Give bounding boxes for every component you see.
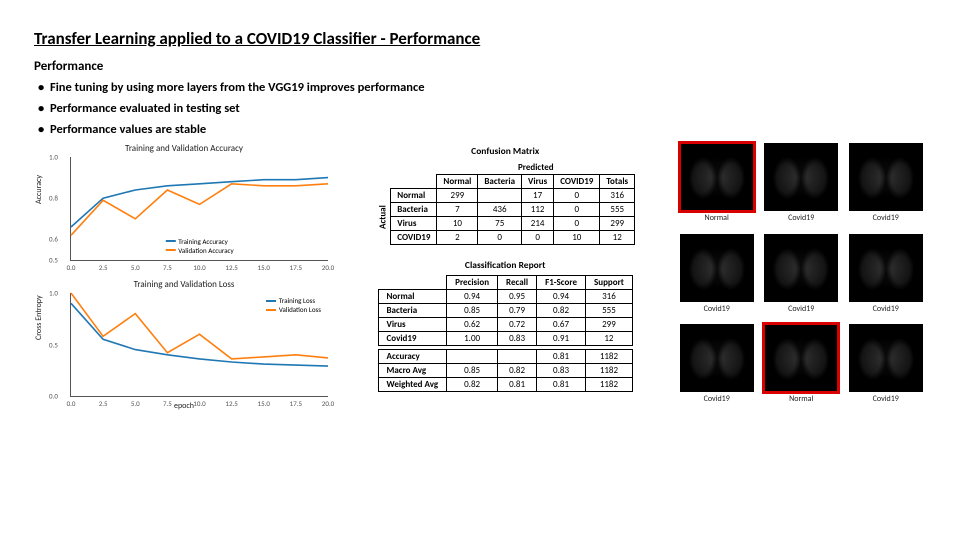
y-tick: 0.8	[49, 194, 58, 203]
xray-thumbnail: Normal	[676, 143, 757, 227]
y-tick: 0.5	[49, 340, 58, 349]
section-subtitle: Performance	[34, 59, 926, 74]
x-tick: 2.5	[99, 399, 108, 408]
xray-image	[680, 234, 754, 302]
y-tick: 1.0	[49, 289, 58, 298]
x-tick: 20.0	[322, 263, 334, 272]
y-tick: 1.0	[49, 153, 58, 162]
x-tick: 15.0	[258, 263, 270, 272]
xray-image	[849, 143, 923, 211]
x-tick: 7.5	[163, 263, 172, 272]
xray-image	[849, 324, 923, 392]
xray-thumbnail: Covid19	[761, 143, 842, 227]
legend-label: Training Accuracy	[178, 237, 228, 246]
xray-thumbnail: Covid19	[676, 234, 757, 318]
xray-caption: Covid19	[704, 394, 730, 404]
confusion-matrix-title: Confusion Matrix	[471, 145, 539, 157]
classification-report-title: Classification Report	[465, 259, 546, 271]
xray-thumbnail: Covid19	[676, 324, 757, 408]
bullet-text: Performance evaluated in testing set	[50, 101, 240, 116]
x-tick: 12.5	[225, 399, 237, 408]
xray-caption: Covid19	[873, 213, 899, 223]
x-tick: 10.0	[193, 263, 205, 272]
bullet-item: •Performance values are stable	[38, 122, 926, 137]
chart-title: Training and Validation Accuracy	[34, 143, 334, 154]
bullet-item: •Fine tuning by using more layers from t…	[38, 80, 926, 95]
xray-image	[764, 143, 838, 211]
xray-caption: Covid19	[873, 304, 899, 314]
y-axis-label: Cross Entropy	[34, 295, 44, 340]
slide: Transfer Learning applied to a COVID19 C…	[0, 0, 960, 421]
legend-row: Validation Loss	[266, 305, 321, 314]
bullet-text: Performance values are stable	[50, 122, 206, 137]
xray-caption: Normal	[789, 394, 813, 404]
xray-thumbnail: Normal	[761, 324, 842, 408]
xray-thumbnail: Covid19	[845, 234, 926, 318]
xray-caption: Normal	[705, 213, 729, 223]
y-tick: 0.6	[49, 235, 58, 244]
legend-row: Training Accuracy	[165, 237, 233, 246]
chart-legend: Training AccuracyValidation Accuracy	[162, 236, 236, 256]
xray-caption: Covid19	[873, 394, 899, 404]
y-tick: 0.5	[49, 256, 58, 265]
chart-title: Training and Validation Loss	[34, 279, 334, 290]
charts-column: Training and Validation Accuracy Accurac…	[34, 143, 334, 411]
x-tick: 5.0	[131, 399, 140, 408]
classification-report-table: PrecisionRecallF1-ScoreSupportNormal0.94…	[378, 275, 633, 392]
x-tick: 17.5	[290, 399, 302, 408]
loss-chart: Training and Validation Loss Cross Entro…	[34, 279, 334, 411]
xray-image	[680, 143, 754, 211]
xray-image	[764, 234, 838, 302]
xray-caption: Covid19	[788, 213, 814, 223]
x-tick: 7.5	[163, 399, 172, 408]
x-tick: 17.5	[290, 263, 302, 272]
xray-image	[764, 324, 838, 392]
content-row: Training and Validation Accuracy Accurac…	[34, 143, 926, 411]
xray-caption: Covid19	[788, 304, 814, 314]
x-tick: 20.0	[322, 399, 334, 408]
y-tick: 0.0	[49, 392, 58, 401]
bullet-item: •Performance evaluated in testing set	[38, 101, 926, 116]
xray-thumbnail: Covid19	[761, 234, 842, 318]
x-tick: 0.0	[67, 263, 76, 272]
bullet-list: •Fine tuning by using more layers from t…	[34, 80, 926, 137]
confusion-matrix-table: PredictedNormalBacteriaVirusCOVID19Total…	[375, 161, 635, 245]
xray-image	[680, 324, 754, 392]
legend-label: Validation Loss	[279, 305, 321, 314]
x-tick: 10.0	[193, 399, 205, 408]
legend-row: Validation Accuracy	[165, 246, 233, 255]
xray-caption: Covid19	[704, 304, 730, 314]
legend-row: Training Loss	[266, 296, 321, 305]
x-tick: 15.0	[258, 399, 270, 408]
chart-legend: Training LossValidation Loss	[263, 295, 324, 315]
xray-image-grid: Normal Covid19 Covid19 Covid19 Covid19 Covid1…	[676, 143, 926, 411]
legend-label: Training Loss	[279, 296, 315, 305]
xray-image	[849, 234, 923, 302]
bullet-text: Fine tuning by using more layers from th…	[50, 80, 425, 95]
xray-thumbnail: Covid19	[845, 324, 926, 408]
y-axis-label: Accuracy	[34, 175, 44, 204]
legend-label: Validation Accuracy	[178, 246, 233, 255]
x-tick: 5.0	[131, 263, 140, 272]
plot-area: Training AccuracyValidation Accuracy 0.5…	[70, 157, 328, 261]
x-tick: 0.0	[67, 399, 76, 408]
xray-thumbnail: Covid19	[845, 143, 926, 227]
x-tick: 2.5	[99, 263, 108, 272]
accuracy-chart: Training and Validation Accuracy Accurac…	[34, 143, 334, 275]
tables-column: Confusion Matrix PredictedNormalBacteria…	[342, 143, 668, 411]
x-tick: 12.5	[225, 263, 237, 272]
plot-area: Training LossValidation Loss 0.00.51.00.…	[70, 293, 328, 397]
slide-title: Transfer Learning applied to a COVID19 C…	[34, 28, 926, 49]
